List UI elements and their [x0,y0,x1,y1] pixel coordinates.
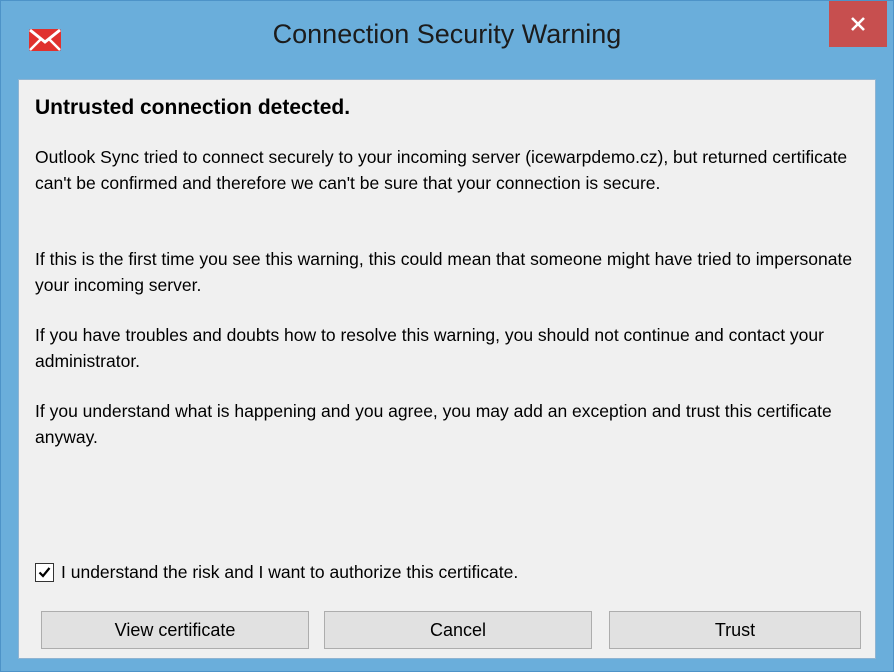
dialog-content: Untrusted connection detected. Outlook S… [18,79,876,659]
checkmark-icon [38,566,51,578]
close-icon [851,17,865,31]
window-title: Connection Security Warning [272,19,622,49]
warning-paragraph-2: If this is the first time you see this w… [35,249,853,295]
warning-paragraph-4: If you understand what is happening and … [35,401,832,447]
authorize-checkbox-label[interactable]: I understand the risk and I want to auth… [61,562,518,583]
dialog-window: Connection Security Warning Untrusted co… [0,0,894,672]
warning-paragraph-1: Outlook Sync tried to connect securely t… [35,147,848,193]
authorize-checkbox[interactable] [35,562,54,582]
cancel-button[interactable]: Cancel [324,611,592,649]
view-certificate-button[interactable]: View certificate [41,611,309,649]
trust-button[interactable]: Trust [609,611,861,649]
title-bar[interactable]: Connection Security Warning [1,1,893,79]
warning-paragraph-3: If you have troubles and doubts how to r… [35,325,824,371]
authorize-checkbox-row[interactable]: I understand the risk and I want to auth… [35,559,518,585]
close-button[interactable] [829,1,887,47]
warning-heading: Untrusted connection detected. [35,96,351,119]
